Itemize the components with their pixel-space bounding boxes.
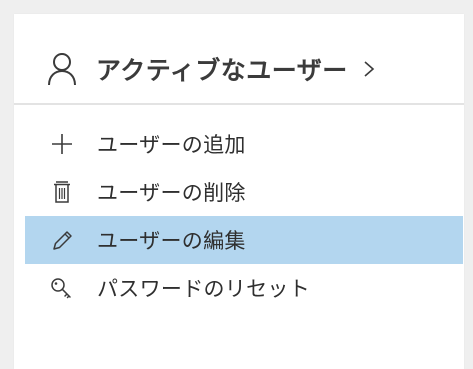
pencil-icon: [49, 228, 75, 252]
menu-item-edit-user[interactable]: ユーザーの編集: [25, 216, 463, 264]
chevron-right-icon: [362, 59, 376, 79]
menu-item-delete-user[interactable]: ユーザーの削除: [25, 168, 463, 216]
card-header: アクティブなユーザー: [14, 14, 464, 105]
key-icon: [49, 276, 75, 300]
active-users-header-link[interactable]: アクティブなユーザー: [47, 51, 376, 87]
menu-item-label: ユーザーの編集: [97, 229, 246, 253]
menu-item-add-user[interactable]: ユーザーの追加: [25, 120, 463, 168]
user-icon: [47, 52, 77, 86]
page-title: アクティブなユーザー: [96, 56, 348, 85]
menu-item-label: パスワードのリセット: [97, 277, 310, 301]
active-users-card: アクティブなユーザー ユーザーの追加 ユーザーの削除 ユーザーの編集 パスワード…: [14, 14, 464, 369]
page-background: アクティブなユーザー ユーザーの追加 ユーザーの削除 ユーザーの編集 パスワード…: [0, 0, 473, 369]
menu-item-reset-password[interactable]: パスワードのリセット: [25, 264, 463, 312]
plus-icon: [49, 132, 75, 156]
menu-item-label: ユーザーの削除: [97, 181, 246, 205]
trash-icon: [49, 180, 75, 204]
menu-item-label: ユーザーの追加: [97, 133, 246, 157]
action-menu: ユーザーの追加 ユーザーの削除 ユーザーの編集 パスワードのリセット: [25, 120, 463, 312]
